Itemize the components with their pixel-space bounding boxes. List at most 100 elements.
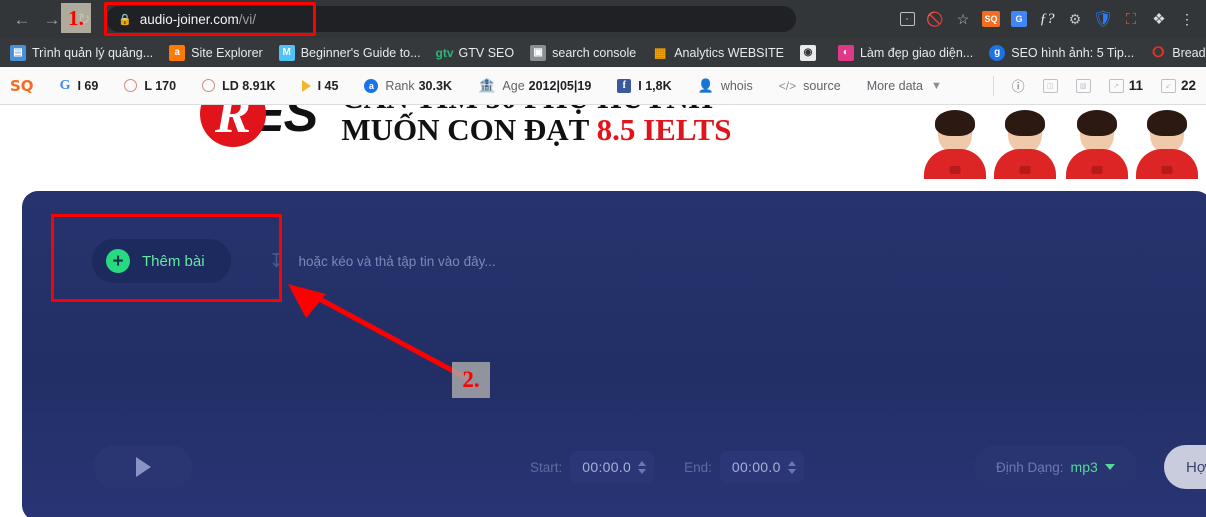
play-button[interactable] [94,445,192,489]
internal-links-count: 22 [1180,78,1196,93]
seo-metric-key: Rank [385,78,415,93]
end-time-input[interactable]: 00:00.0 [719,451,804,483]
bookmark-favicon: ▣ [530,44,547,61]
chevron-down-icon: ▼ [930,79,942,92]
age-bank-icon: 🏦 [477,77,496,93]
seo-metric-facebook[interactable]: f I 1,8K [617,78,672,93]
external-links-counter[interactable]: ↗ 11 [1108,78,1143,93]
seoquake-logo-icon[interactable]: SQ [10,77,34,95]
add-track-label: Thêm bài [142,252,205,270]
seo-link-label: source [803,78,841,93]
bookmark-item[interactable]: ▤ Trình quản lý quảng... [10,44,153,61]
bookmark-item[interactable]: ▣ search console [530,44,637,61]
start-time-stepper[interactable] [638,460,647,474]
google-index-icon: G [59,77,71,93]
bookmark-item[interactable]: M Beginner's Guide to... [278,44,421,61]
seo-metric-linking-domains[interactable]: LD 8.91K [202,79,276,93]
start-time-value: 00:00.0 [582,459,632,475]
bookmark-item[interactable]: a Site Explorer [169,44,263,61]
seo-metric-alexa-rank[interactable]: a Rank 30.3K [364,78,452,93]
seoquake-icon[interactable]: SQ [978,6,1004,32]
info-icon[interactable]: ⓘ [1012,76,1025,95]
bookmark-item[interactable]: ⭘ Breadcrumbs [1150,44,1206,61]
seo-metric-age[interactable]: 🏦 Age 2012|05|19 [478,77,591,94]
res-logo: ES [200,105,318,147]
google-translate-icon[interactable]: G [1006,6,1032,32]
keeper-icon[interactable]: ⛶ [1118,6,1144,32]
bookmark-item[interactable]: ◐ Làm đẹp giao diện... [837,44,973,61]
seo-metric-google-index[interactable]: G I 69 [60,78,99,94]
banner-headline: CẦN TÌM 50 PHỤ HUYNH MUỐN CON ĐẠT 8.5 IE… [341,105,731,146]
format-dropdown[interactable]: Định Dạng: mp3 [974,445,1137,489]
seo-more-data-dropdown[interactable]: More data ▼ [867,79,942,93]
bookmark-label: search console [552,45,637,60]
bookmark-favicon: M [278,44,295,61]
join-button-label: Hợp N [1186,458,1206,476]
bookmark-item[interactable]: g SEO hình ảnh: 5 Tip... [989,44,1135,61]
page-content: ES CẦN TÌM 50 PHỤ HUYNH MUỐN CON ĐẠT 8.5… [0,105,1206,517]
fonts-ninja-icon[interactable]: ƒ? [1034,6,1060,32]
translate-icon[interactable]: ▫ [894,6,920,32]
bookmark-item[interactable]: ◉ [799,44,822,61]
end-time-stepper[interactable] [787,460,796,474]
format-value: mp3 [1070,459,1098,475]
banner-line-2: MUỐN CON ĐẠT 8.5 IELTS [341,114,731,146]
linking-domains-circle-icon [202,79,216,92]
seo-metric-key: Age [502,78,525,93]
density-icon[interactable]: ◫ [1042,78,1058,93]
seo-metric-links[interactable]: L 170 [124,79,176,93]
bookmark-star-icon[interactable]: ☆ [950,6,976,32]
bookmark-item[interactable]: ▦ Analytics WEBSITE [652,45,784,61]
settings-gear-icon[interactable]: ⚙ [1062,6,1088,32]
seo-link-source[interactable]: </> source [779,79,841,93]
whois-person-icon: 👤 [697,77,714,93]
bookmark-favicon: g tv [435,45,454,60]
end-time-value: 00:00.0 [731,459,781,475]
bookmark-favicon: ▦ [654,44,667,60]
internal-links-counter[interactable]: ↙ 22 [1160,78,1196,93]
add-track-button[interactable]: + Thêm bài [92,239,231,283]
annotation-step-1: 1. [61,3,91,33]
bing-index-icon [301,79,311,92]
toolbar-icons: ▫ 🚫 ☆ SQ G ƒ? ⚙ 🛡 ⛶ ❖ ⋮ [894,6,1206,32]
seo-link-whois[interactable]: 👤 whois [698,78,753,94]
advertisement-banner[interactable]: ES CẦN TÌM 50 PHỤ HUYNH MUỐN CON ĐẠT 8.5… [0,105,1206,181]
banner-photo [916,107,1206,179]
end-label: End: [684,459,712,475]
back-arrow-icon[interactable]: ← [8,5,36,33]
bookmark-item[interactable]: g tv GTV SEO [435,45,515,61]
diagnosis-icon[interactable]: ▧ [1075,78,1091,93]
bookmark-favicon: a [169,44,186,61]
bookmark-label: Beginner's Guide to... [300,45,421,60]
bookmark-favicon: ◐ [837,44,854,61]
start-time-input[interactable]: 00:00.0 [570,451,655,483]
url-path: /vi/ [238,11,257,27]
banner-content: ES CẦN TÌM 50 PHỤ HUYNH MUỐN CON ĐẠT 8.5… [200,105,732,147]
lock-icon: 🔒 [118,13,132,26]
banner-person [1136,110,1198,179]
join-button[interactable]: Hợp N [1164,445,1206,489]
seo-metric-value: I 69 [77,78,99,93]
url-text: audio-joiner.com/vi/ [140,12,256,27]
address-bar[interactable]: 🔒 audio-joiner.com/vi/ [106,6,796,32]
audio-joiner-panel: + Thêm bài ↧ hoặc kéo và thả tập tin vào… [22,191,1206,517]
links-circle-icon [124,79,138,92]
player-controls: Start: 00:00.0 End: 00:00.0 Định Dạng: m… [22,441,1206,501]
bookmark-favicon: ▤ [10,44,26,61]
chevron-down-icon [1104,464,1115,470]
zenmate-shield-icon[interactable]: 🛡 [1090,6,1116,32]
file-drop-row: + Thêm bài ↧ hoặc kéo và thả tập tin vào… [92,239,496,283]
banner-highlight-text: 8.5 IELTS [596,112,732,147]
url-domain: audio-joiner.com [139,11,239,27]
chrome-menu-icon[interactable]: ⋮ [1174,6,1200,32]
extensions-puzzle-icon[interactable]: ❖ [1146,6,1172,32]
internal-link-icon: ↙ [1160,78,1176,93]
bookmark-label: SEO hình ảnh: 5 Tip... [1011,45,1135,60]
eye-slash-icon[interactable]: 🚫 [922,6,948,32]
start-label: Start: [530,459,563,475]
seo-metric-value: I 1,8K [638,78,672,93]
bookmark-favicon: ◉ [799,44,816,61]
seo-metric-value: I 45 [317,78,339,93]
banner-person [1066,110,1128,179]
seo-metric-bing-index[interactable]: I 45 [301,78,339,93]
